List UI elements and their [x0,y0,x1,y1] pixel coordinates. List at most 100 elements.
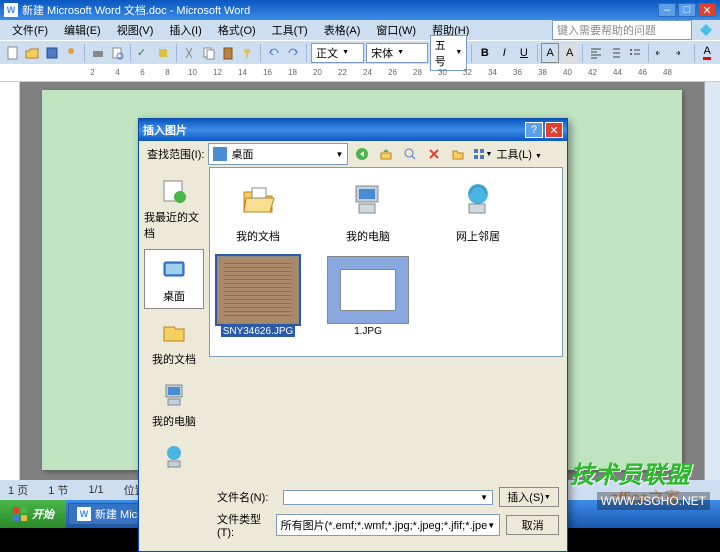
desktop-icon [213,147,227,161]
menu-table[interactable]: 表格(A) [316,20,369,40]
sidebar-item-network[interactable] [144,437,204,479]
back-icon[interactable] [352,144,372,164]
dialog-titlebar[interactable]: 插入图片 ? ✕ [139,119,567,141]
menu-format[interactable]: 格式(O) [210,20,264,40]
vertical-scrollbar[interactable] [704,82,720,480]
paste-icon[interactable] [219,43,236,63]
spellcheck-icon[interactable]: ✓ [135,43,152,63]
new-folder-icon[interactable] [448,144,468,164]
ruler-tick: 48 [655,68,680,77]
style-selector[interactable]: 正文▼ [311,43,364,63]
menu-tools[interactable]: 工具(T) [264,20,316,40]
char-border-icon[interactable]: A [541,43,558,63]
views-icon[interactable]: ▼ [472,144,492,164]
lookin-label: 查找范围(I): [147,146,204,162]
folder-item-network[interactable]: 网上邻居 [438,176,518,244]
ruler-tick: 8 [155,68,180,77]
delete-icon[interactable] [424,144,444,164]
italic-icon[interactable]: I [496,43,513,63]
font-color-icon[interactable]: A [698,43,715,63]
ruler-tick: 40 [555,68,580,77]
word-app-icon: W [4,3,18,17]
cancel-button[interactable]: 取消 [506,515,559,535]
menu-file[interactable]: 文件(F) [4,20,56,40]
ruler-tick: 42 [580,68,605,77]
increase-indent-icon[interactable] [672,43,689,63]
menu-view[interactable]: 视图(V) [109,20,162,40]
print-icon[interactable] [89,43,106,63]
menu-window[interactable]: 窗口(W) [368,20,424,40]
ruler-tick: 12 [205,68,230,77]
undo-icon[interactable] [265,43,282,63]
image-thumbnail [327,256,409,324]
vertical-ruler[interactable] [0,82,20,480]
decrease-indent-icon[interactable] [653,43,670,63]
sidebar-item-recent[interactable]: 我最近的文档 [144,171,204,245]
save-icon[interactable] [43,43,60,63]
dialog-help-button[interactable]: ? [525,122,543,138]
start-label: 开始 [32,506,54,522]
research-icon[interactable] [154,43,171,63]
start-button[interactable]: 开始 [0,500,66,528]
sidebar-item-mydocs[interactable]: 我的文档 [144,313,204,371]
dialog-close-button[interactable]: ✕ [545,122,563,138]
ruler-tick: 28 [405,68,430,77]
font-selector[interactable]: 宋体▼ [366,43,428,63]
folder-item-mydocs[interactable]: 我的文档 [218,176,298,244]
ruler-tick: 34 [480,68,505,77]
ruler-tick: 26 [380,68,405,77]
new-doc-icon[interactable] [4,43,21,63]
horizontal-ruler[interactable]: 2 4 6 8 10 12 14 16 18 20 22 24 26 28 30… [0,64,720,82]
filename-field[interactable]: ▼ [283,490,493,505]
redo-icon[interactable] [285,43,302,63]
up-icon[interactable] [376,144,396,164]
msn-icon[interactable] [696,20,716,40]
size-selector[interactable]: 五号▼ [430,35,468,71]
cut-icon[interactable] [180,43,197,63]
window-title: 新建 Microsoft Word 文档.doc - Microsoft Wor… [22,2,658,18]
file-item-label: 网上邻居 [456,228,500,244]
computer-icon [344,176,392,224]
char-shading-icon[interactable]: A [561,43,578,63]
ruler-tick: 38 [530,68,555,77]
status-page-of: 1/1 [88,484,103,496]
file-list-area[interactable]: 我的文档 我的电脑 网上邻居 SNY34626.JPG 1. [209,167,563,357]
folder-open-icon [234,176,282,224]
tools-menu[interactable]: 工具(L) ▼ [496,146,541,162]
underline-icon[interactable]: U [515,43,532,63]
ruler-tick: 4 [105,68,130,77]
ruler-tick: 2 [80,68,105,77]
file-item-selected[interactable]: SNY34626.JPG [218,256,298,337]
network-icon [158,441,190,473]
search-web-icon[interactable] [400,144,420,164]
align-left-icon[interactable] [587,43,604,63]
insert-button[interactable]: 插入(S) ▼ [499,487,559,507]
menu-insert[interactable]: 插入(I) [161,20,209,40]
ruler-tick: 36 [505,68,530,77]
minimize-button[interactable]: – [658,3,676,17]
lookin-combo[interactable]: 桌面 ▼ [208,143,348,165]
sidebar-item-desktop[interactable]: 桌面 [144,249,204,309]
bullets-icon[interactable] [626,43,643,63]
help-search-box[interactable]: 键入需要帮助的问题 [552,20,692,40]
folder-item-mycomputer[interactable]: 我的电脑 [328,176,408,244]
file-item[interactable]: 1.JPG [328,256,408,337]
close-button[interactable]: ✕ [698,3,716,17]
format-painter-icon[interactable] [239,43,256,63]
ruler-tick: 24 [355,68,380,77]
filetype-label: 文件类型(T): [217,511,270,539]
numbering-icon[interactable] [607,43,624,63]
permissions-icon[interactable] [62,43,79,63]
filetype-field[interactable]: 所有图片(*.emf;*.wmf;*.jpg;*.jpeg;*.jfif;*.j… [276,514,501,536]
copy-icon[interactable] [200,43,217,63]
sidebar-item-mycomputer[interactable]: 我的电脑 [144,375,204,433]
menu-edit[interactable]: 编辑(E) [56,20,109,40]
print-preview-icon[interactable] [108,43,125,63]
maximize-button[interactable]: □ [678,3,696,17]
open-icon[interactable] [23,43,40,63]
recent-docs-icon [158,175,190,207]
network-places-icon [454,176,502,224]
ruler-tick: 16 [255,68,280,77]
bold-icon[interactable]: B [476,43,493,63]
sidebar-item-label: 我的电脑 [152,413,196,429]
